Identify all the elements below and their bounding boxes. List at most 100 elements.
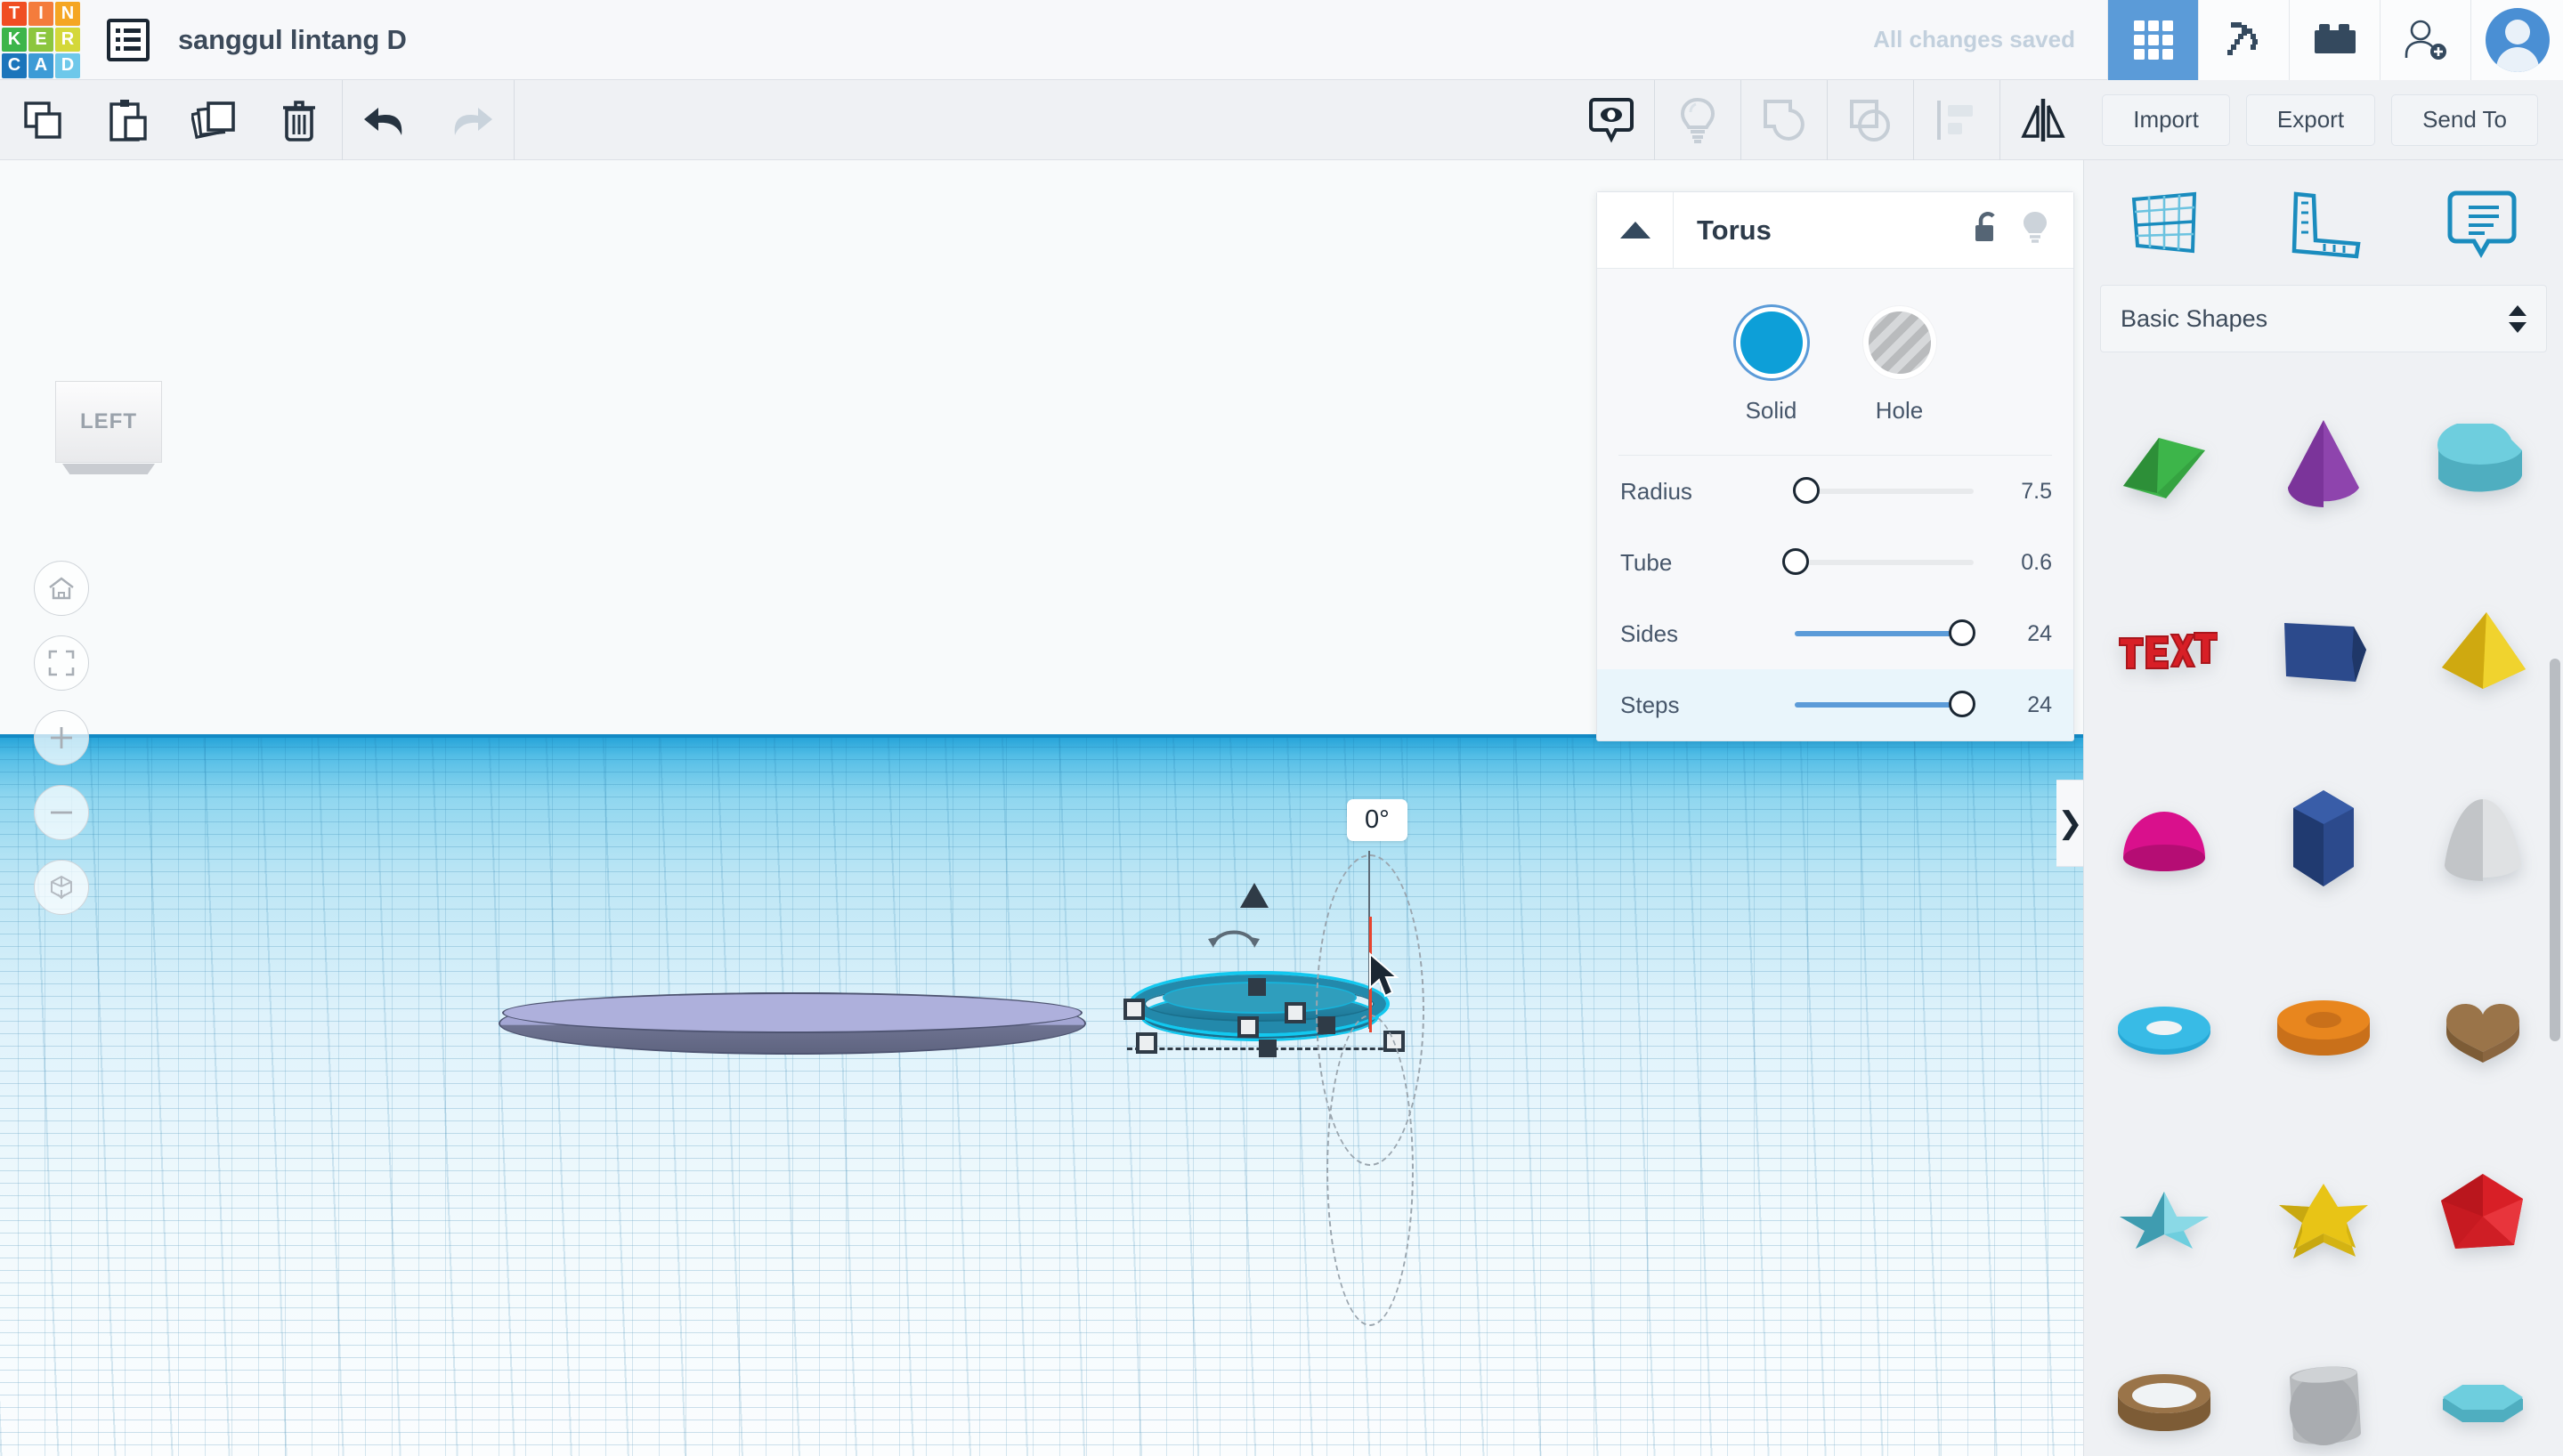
collapse-panel-button[interactable] (1597, 191, 1674, 269)
mouse-cursor (1369, 952, 1399, 998)
bricks-button[interactable] (2289, 0, 2380, 80)
caret-down-icon (2509, 321, 2527, 333)
shapes-panel-scrollbar[interactable] (2550, 659, 2560, 1041)
delete-button[interactable] (256, 80, 342, 160)
group-button[interactable] (1741, 80, 1827, 160)
shape-cone[interactable] (2243, 368, 2403, 557)
slider-label: Steps (1620, 691, 1680, 718)
avatar[interactable] (2470, 0, 2563, 80)
page-title[interactable]: sanggul lintang D (178, 24, 407, 56)
triangle-up-icon (1619, 222, 1651, 239)
panel-tools (2084, 160, 2563, 276)
shape-pyramid[interactable] (2404, 557, 2563, 746)
collapse-shapes-panel-button[interactable]: ❯ (2056, 780, 2085, 867)
shape-half-sphere[interactable] (2084, 746, 2243, 934)
align-icon (1937, 100, 1974, 140)
shape-tube[interactable] (2243, 934, 2403, 1123)
move-handle[interactable] (1248, 978, 1266, 996)
shape-half-cylinder[interactable] (2404, 368, 2563, 557)
radius-slider[interactable] (1793, 477, 1974, 504)
slider-value[interactable]: 0.6 (1986, 550, 2052, 576)
slider-knob[interactable] (1782, 548, 1809, 575)
zoom-in-button[interactable] (34, 710, 89, 765)
shape-hex-prism[interactable] (2243, 746, 2403, 934)
shape-paraboloid[interactable] (2404, 746, 2563, 934)
slider-knob[interactable] (1948, 619, 1975, 646)
shapes-panel: Basic Shapes (2083, 160, 2563, 1456)
shape-category-select[interactable]: Basic Shapes (2100, 285, 2547, 352)
export-button[interactable]: Export (2245, 93, 2376, 146)
zoom-out-button[interactable] (34, 785, 89, 840)
rotation-ring-lower[interactable] (1326, 1015, 1414, 1326)
slider-value[interactable]: 24 (1986, 692, 2052, 718)
app-header: T I N K E R C A D sanggul lintang D All … (0, 0, 2563, 80)
lego-brick-icon (2314, 23, 2356, 53)
home-view-button[interactable] (34, 561, 89, 616)
shape-star-flat[interactable] (2243, 1123, 2403, 1312)
slider-row-tube: Tube 0.6 (1597, 527, 2073, 598)
tube-slider[interactable] (1782, 548, 1974, 575)
unlock-padlock-icon[interactable] (1970, 209, 2004, 251)
shape-text[interactable] (2084, 557, 2243, 746)
undo-button[interactable] (343, 80, 428, 160)
copy-button[interactable] (0, 80, 85, 160)
shape-polyhedron[interactable] (2404, 1123, 2563, 1312)
ruler-tool[interactable] (2270, 180, 2377, 269)
minus-icon (51, 811, 72, 814)
slider-knob[interactable] (1948, 691, 1975, 717)
duplicate-layers-icon (191, 101, 235, 139)
shape-rounded-cube[interactable] (2243, 1312, 2403, 1456)
tinkercad-logo[interactable]: T I N K E R C A D (0, 0, 82, 80)
note-tool[interactable] (2429, 180, 2536, 269)
sides-slider[interactable] (1795, 619, 1975, 646)
blocks-button[interactable] (2107, 0, 2198, 80)
shape-heart[interactable] (2404, 934, 2563, 1123)
note-callout-icon (2447, 190, 2517, 259)
shape-ring[interactable] (2084, 1312, 2243, 1456)
send-to-button[interactable]: Send To (2391, 93, 2538, 146)
show-hide-button[interactable] (1569, 80, 1654, 160)
resize-handle[interactable] (1123, 999, 1145, 1020)
hole-option[interactable]: Hole (1868, 311, 1931, 425)
paste-button[interactable] (85, 80, 171, 160)
solid-option[interactable]: Solid (1740, 311, 1803, 425)
lightbulb-icon[interactable] (2020, 209, 2050, 251)
resize-handle[interactable] (1237, 1016, 1259, 1038)
slider-knob[interactable] (1793, 477, 1820, 504)
ortho-perspective-button[interactable] (34, 860, 89, 915)
shape-octagon[interactable] (2404, 1312, 2563, 1456)
shape-box-polygon[interactable] (2243, 557, 2403, 746)
resize-handle[interactable] (1136, 1032, 1157, 1054)
shape-torus[interactable] (2084, 934, 2243, 1123)
codeblocks-button[interactable] (2198, 0, 2289, 80)
move-handle[interactable] (1259, 1039, 1277, 1057)
import-button[interactable]: Import (2102, 93, 2230, 146)
list-menu-icon[interactable] (107, 18, 150, 61)
shape-category-value: Basic Shapes (2121, 304, 2268, 332)
workplane[interactable] (0, 734, 2083, 1456)
shape-star-3d[interactable] (2084, 1123, 2243, 1312)
hide-button[interactable] (1655, 80, 1740, 160)
workplane-grid-icon (2131, 191, 2196, 254)
properties-title: Torus (1697, 214, 1772, 246)
logo-tile: C (2, 53, 27, 78)
duplicate-button[interactable] (171, 80, 256, 160)
shape-properties-panel: Torus Solid Hole Radius 7.5 Tube 0.6 Sid… (1596, 191, 2074, 741)
resize-handle[interactable] (1285, 1002, 1306, 1023)
fit-view-button[interactable] (34, 635, 89, 691)
redo-button[interactable] (428, 80, 514, 160)
disc-object[interactable] (499, 992, 1086, 1055)
home-icon (49, 577, 74, 600)
steps-slider[interactable] (1795, 691, 1975, 717)
invite-button[interactable] (2380, 0, 2470, 80)
workplane-tool[interactable] (2111, 180, 2218, 269)
view-cube[interactable]: LEFT (55, 381, 162, 479)
ungroup-button[interactable] (1828, 80, 1913, 160)
rotate-arc-arrows-icon[interactable] (1206, 921, 1261, 957)
align-button[interactable] (1914, 80, 1999, 160)
logo-tile: E (28, 27, 53, 53)
shape-wedge[interactable] (2084, 368, 2243, 557)
slider-value[interactable]: 7.5 (1986, 479, 2052, 505)
slider-value[interactable]: 24 (1986, 621, 2052, 647)
mirror-button[interactable] (2000, 80, 2086, 160)
